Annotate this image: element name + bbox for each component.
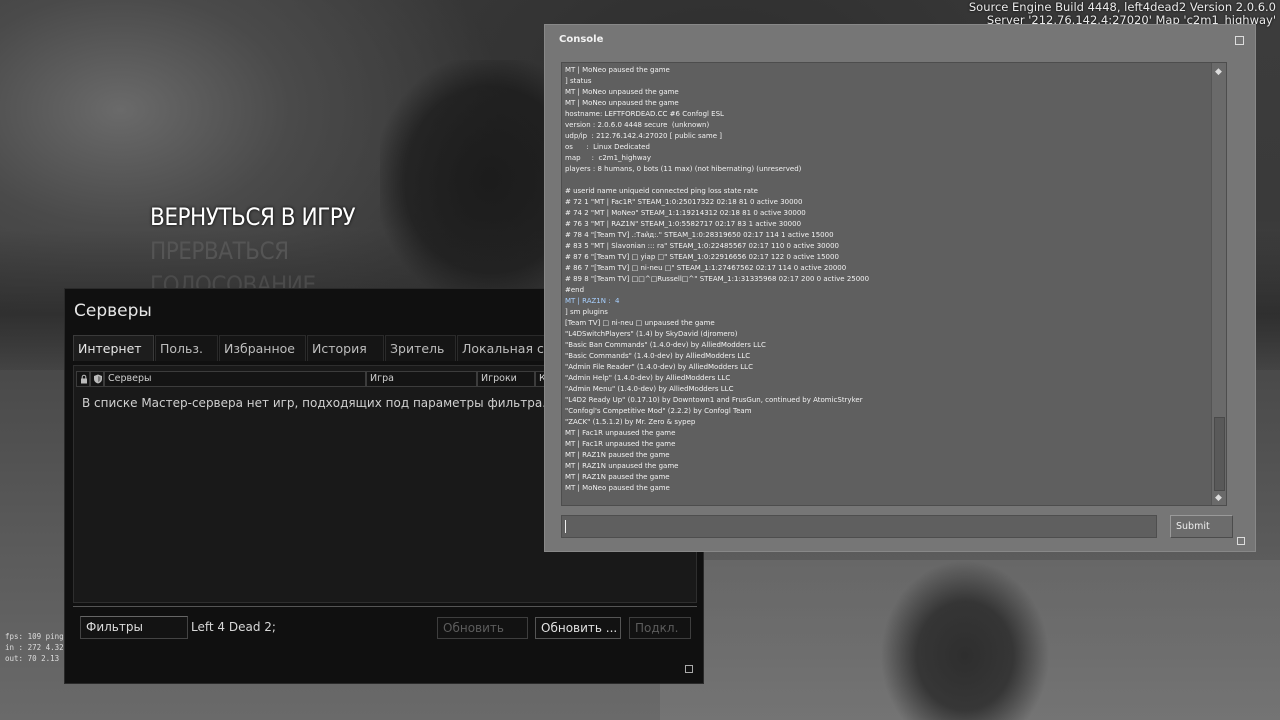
menu-item-disconnect[interactable]: ПРЕРВАТЬСЯ: [150, 234, 355, 268]
console-line: # 89 8 "[Team TV] □□^□Russell□^" STEAM_1…: [565, 275, 870, 283]
column-secure[interactable]: [90, 371, 104, 387]
resize-grip-icon[interactable]: [685, 665, 693, 673]
console-line: MT | MoNeo paused the game: [565, 66, 670, 74]
netgraph-line: fps: 109 ping:: [5, 632, 69, 641]
console-line: map : c2m1_highway: [565, 154, 651, 162]
connect-button[interactable]: Подкл.: [629, 617, 691, 639]
refresh-button[interactable]: Обновить: [437, 617, 528, 639]
filter-summary: Left 4 Dead 2;: [191, 620, 276, 634]
background-figure: [880, 560, 1050, 720]
tab-lan-users[interactable]: Польз.: [155, 335, 218, 361]
console-line: MT | Fac1R unpaused the game: [565, 429, 676, 437]
console-line: ] sm plugins: [565, 308, 608, 316]
console-line: [Team TV] □ ni-neu □ unpaused the game: [565, 319, 715, 327]
console-line: # 76 3 "MT | RAZ1N" STEAM_1:0:5582717 02…: [565, 220, 802, 228]
column-servers[interactable]: Серверы: [104, 371, 366, 387]
console-line: # 83 5 "MT | Slavonian ::: rа" STEAM_1:0…: [565, 242, 839, 250]
console-line: version : 2.0.6.0 4448 secure (unknown): [565, 121, 710, 129]
console-line: os : Linux Dedicated: [565, 143, 650, 151]
console-line: #end: [565, 286, 585, 294]
console-line: udp/ip : 212.76.142.4:27020 [ public sam…: [565, 132, 722, 140]
tab-favorites[interactable]: Избранное: [219, 335, 306, 361]
console-line: "Basic Commands" (1.4.0-dev) by AlliedMo…: [565, 352, 751, 360]
console-line: ] status: [565, 77, 592, 85]
console-line: MT | RAZ1N paused the game: [565, 473, 670, 481]
resize-grip-icon[interactable]: [1237, 537, 1245, 545]
console-line: "Confogl's Competitive Mod" (2.2.2) by C…: [565, 407, 752, 415]
column-players[interactable]: Игроки: [477, 371, 535, 387]
console-line: "L4DSwitchPlayers" (1.4) by SkyDavid (dj…: [565, 330, 738, 338]
console-line: hostname: LEFTFORDEAD.CC #6 Confogl ESL: [565, 110, 724, 118]
maximize-icon[interactable]: [1235, 36, 1244, 45]
console-line: MT | Fac1R unpaused the game: [565, 440, 676, 448]
netgraph-line: in : 272 4.32 k: [5, 643, 73, 652]
servers-window-title: Серверы: [74, 301, 152, 321]
lock-icon: [79, 374, 89, 386]
console-line: "ZACK" (1.5.1.2) by Mr. Zero & sуреp: [565, 418, 696, 426]
netgraph-line: out: 70 2.13 k: [5, 654, 69, 663]
submit-button[interactable]: Submit: [1170, 515, 1233, 538]
console-line: MT | RAZ1N : 4: [565, 297, 620, 305]
console-output[interactable]: MT | MoNeo paused the game ] status MT | M…: [561, 62, 1227, 506]
empty-list-message: В списке Мастер-сервера нет игр, подходя…: [82, 396, 547, 410]
console-line: players : 8 humans, 0 bots (11 max) (not…: [565, 165, 802, 173]
console-line: # userid name uniqueid connected ping lo…: [565, 187, 758, 195]
console-scrollbar[interactable]: ◆ ◆: [1211, 63, 1226, 505]
column-game[interactable]: Игра: [366, 371, 477, 387]
console-lines: MT | MoNeo paused the game ] status MT | M…: [565, 65, 869, 494]
text-caret: [565, 520, 566, 533]
tab-spectate[interactable]: Зритель: [385, 335, 456, 361]
main-menu: ВЕРНУТЬСЯ В ИГРУ ПРЕРВАТЬСЯ ГОЛОСОВАНИЕ: [150, 200, 355, 302]
refresh-all-button[interactable]: Обновить ...: [535, 617, 621, 639]
console-line: "Basic Ban Commands" (1.4.0-dev) by Alli…: [565, 341, 766, 349]
scroll-down-icon[interactable]: ◆: [1215, 493, 1222, 503]
console-line: MT | RAZ1N paused the game: [565, 451, 670, 459]
console-line: MT | RAZ1N unpaused the game: [565, 462, 679, 470]
shield-icon: [93, 374, 103, 386]
console-line: "Admin Menu" (1.4.0-dev) by AlliedModder…: [565, 385, 734, 393]
console-line: # 78 4 "[Team TV] .:Тайд:." STEAM_1:0:28…: [565, 231, 834, 239]
console-line: MT | MoNeo paused the game: [565, 484, 670, 492]
console-line: MT | MoNeo unpaused the game: [565, 99, 679, 107]
console-line: # 72 1 "MT | Fac1R" STEAM_1:0:25017322 0…: [565, 198, 803, 206]
console-line: "Admin Help" (1.4.0-dev) by AlliedModder…: [565, 374, 731, 382]
netgraph: fps: 109 ping: in : 272 4.32 k out: 70 2…: [5, 631, 73, 664]
servers-bottom-bar: Фильтры Left 4 Dead 2; Обновить Обновить…: [73, 606, 697, 652]
scroll-up-icon[interactable]: ◆: [1215, 67, 1222, 77]
console-line: MT | MoNeo unpaused the game: [565, 88, 679, 96]
console-line: # 87 6 "[Team TV] □ уiар □" STEAM_1:0:22…: [565, 253, 839, 261]
tab-internet[interactable]: Интернет: [73, 335, 154, 361]
tab-history[interactable]: История: [307, 335, 384, 361]
filters-button[interactable]: Фильтры: [80, 616, 188, 639]
console-input[interactable]: [561, 515, 1157, 538]
menu-item-resume[interactable]: ВЕРНУТЬСЯ В ИГРУ: [150, 200, 355, 234]
console-line: "Admin File Reader" (1.4.0-dev) by Allie…: [565, 363, 753, 371]
console-line: # 74 2 "MT | MoNeo" STEAM_1:1:19214312 0…: [565, 209, 806, 217]
console-line: "L4D2 Ready Up" (0.17.10) by Downtown1 a…: [565, 396, 863, 404]
console-title: Console: [559, 34, 604, 45]
scrollbar-thumb[interactable]: [1214, 417, 1225, 491]
console-line: # 86 7 "[Team TV] □ ni-neu □" STEAM_1:1:…: [565, 264, 847, 272]
column-password[interactable]: [76, 371, 90, 387]
console-window: Console MT | MoNeo paused the game ] stat…: [544, 24, 1256, 552]
